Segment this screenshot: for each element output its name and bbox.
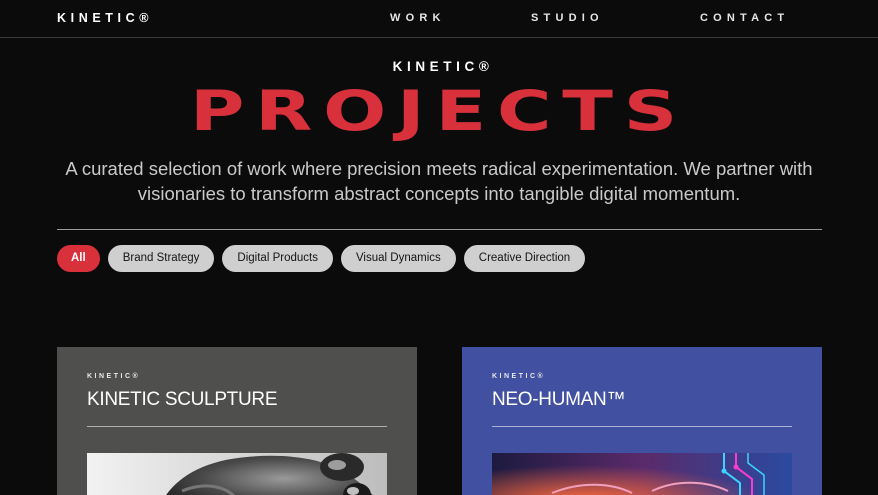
brand-logo[interactable]: KINETIC®: [57, 11, 153, 25]
page-title: PROJECTS: [189, 79, 689, 143]
nav-link-studio[interactable]: STUDIO: [531, 12, 604, 24]
filter-chip-digital-products[interactable]: Digital Products: [222, 245, 333, 272]
project-card-kinetic-sculpture[interactable]: KINETIC® KINETIC SCULPTURE: [57, 347, 417, 495]
project-card-neo-human[interactable]: KINETIC® NEO-HUMAN™: [462, 347, 822, 495]
page: KINETIC® WORK STUDIO CONTACT KINETIC® PR…: [0, 0, 878, 495]
card-title: KINETIC SCULPTURE: [87, 389, 278, 410]
card-title: NEO-HUMAN™: [492, 389, 626, 410]
project-image-neo-human: [492, 453, 792, 495]
hero-kicker: KINETIC®: [392, 59, 494, 74]
hero-divider: [57, 229, 822, 230]
filter-chip-creative-direction[interactable]: Creative Direction: [463, 245, 586, 272]
project-image-sculpture: [87, 453, 387, 495]
hero-description: A curated selection of work where precis…: [65, 158, 813, 204]
filter-bar: All Brand Strategy Digital Products Visu…: [57, 245, 586, 272]
filter-chip-visual-dynamics[interactable]: Visual Dynamics: [340, 245, 456, 272]
card-divider: [87, 426, 387, 427]
nav-link-work[interactable]: WORK: [390, 12, 446, 24]
card-divider: [492, 426, 792, 427]
filter-chip-all[interactable]: All: [57, 245, 100, 272]
nav-link-contact[interactable]: CONTACT: [700, 12, 789, 24]
card-kicker: KINETIC®: [87, 373, 141, 380]
filter-chip-brand-strategy[interactable]: Brand Strategy: [107, 245, 215, 272]
top-navigation: KINETIC® WORK STUDIO CONTACT: [0, 0, 878, 38]
card-kicker: KINETIC®: [492, 373, 546, 380]
